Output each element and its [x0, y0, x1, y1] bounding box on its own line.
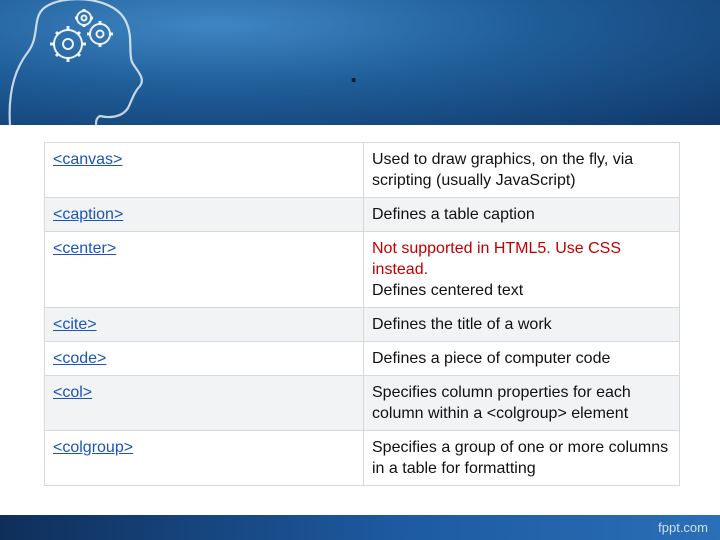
description-cell: Defines the title of a work — [363, 307, 680, 342]
tag-description: Defines a piece of computer code — [372, 350, 611, 367]
description-cell: Defines a table caption — [363, 197, 680, 232]
footer-brand: fppt.com — [658, 520, 708, 535]
tag-link[interactable]: <col> — [53, 384, 92, 401]
table-row: <code> Defines a piece of computer code — [44, 341, 680, 376]
tag-description: Defines the title of a work — [372, 316, 552, 333]
tag-description: Specifies a group of one or more columns… — [372, 439, 669, 477]
table-row: <caption> Defines a table caption — [44, 197, 680, 232]
tag-cell: <colgroup> — [44, 430, 364, 486]
tag-description: Defines centered text — [372, 282, 524, 299]
tag-description: Used to draw graphics, on the fly, via s… — [372, 151, 634, 189]
header-banner: . — [0, 0, 720, 125]
tag-table: <canvas> Used to draw graphics, on the f… — [44, 142, 680, 486]
deprecation-note: Not supported in HTML5. Use CSS instead. — [372, 240, 621, 278]
table-row: <col> Specifies column properties for ea… — [44, 375, 680, 431]
tag-cell: <cite> — [44, 307, 364, 342]
tag-cell: <canvas> — [44, 142, 364, 198]
tag-description: Defines a table caption — [372, 206, 535, 223]
table-row: <canvas> Used to draw graphics, on the f… — [44, 142, 680, 198]
table-row: <center> Not supported in HTML5. Use CSS… — [44, 231, 680, 308]
tag-link[interactable]: <canvas> — [53, 151, 122, 168]
tag-description: Specifies column properties for each col… — [372, 384, 631, 422]
table-row: <colgroup> Specifies a group of one or m… — [44, 430, 680, 486]
tag-link[interactable]: <caption> — [53, 206, 123, 223]
head-with-gears-icon — [8, 0, 143, 125]
tag-cell: <code> — [44, 341, 364, 376]
tag-cell: <col> — [44, 375, 364, 431]
tag-cell: <caption> — [44, 197, 364, 232]
tag-link[interactable]: <cite> — [53, 316, 97, 333]
tag-link[interactable]: <code> — [53, 350, 106, 367]
tag-link[interactable]: <center> — [53, 240, 116, 257]
tag-link[interactable]: <colgroup> — [53, 439, 133, 456]
slide-title: . — [350, 58, 358, 88]
table-row: <cite> Defines the title of a work — [44, 307, 680, 342]
description-cell: Specifies column properties for each col… — [363, 375, 680, 431]
description-cell: Specifies a group of one or more columns… — [363, 430, 680, 486]
description-cell: Not supported in HTML5. Use CSS instead.… — [363, 231, 680, 308]
description-cell: Defines a piece of computer code — [363, 341, 680, 376]
tag-cell: <center> — [44, 231, 364, 308]
description-cell: Used to draw graphics, on the fly, via s… — [363, 142, 680, 198]
footer-bar: fppt.com — [0, 515, 720, 540]
